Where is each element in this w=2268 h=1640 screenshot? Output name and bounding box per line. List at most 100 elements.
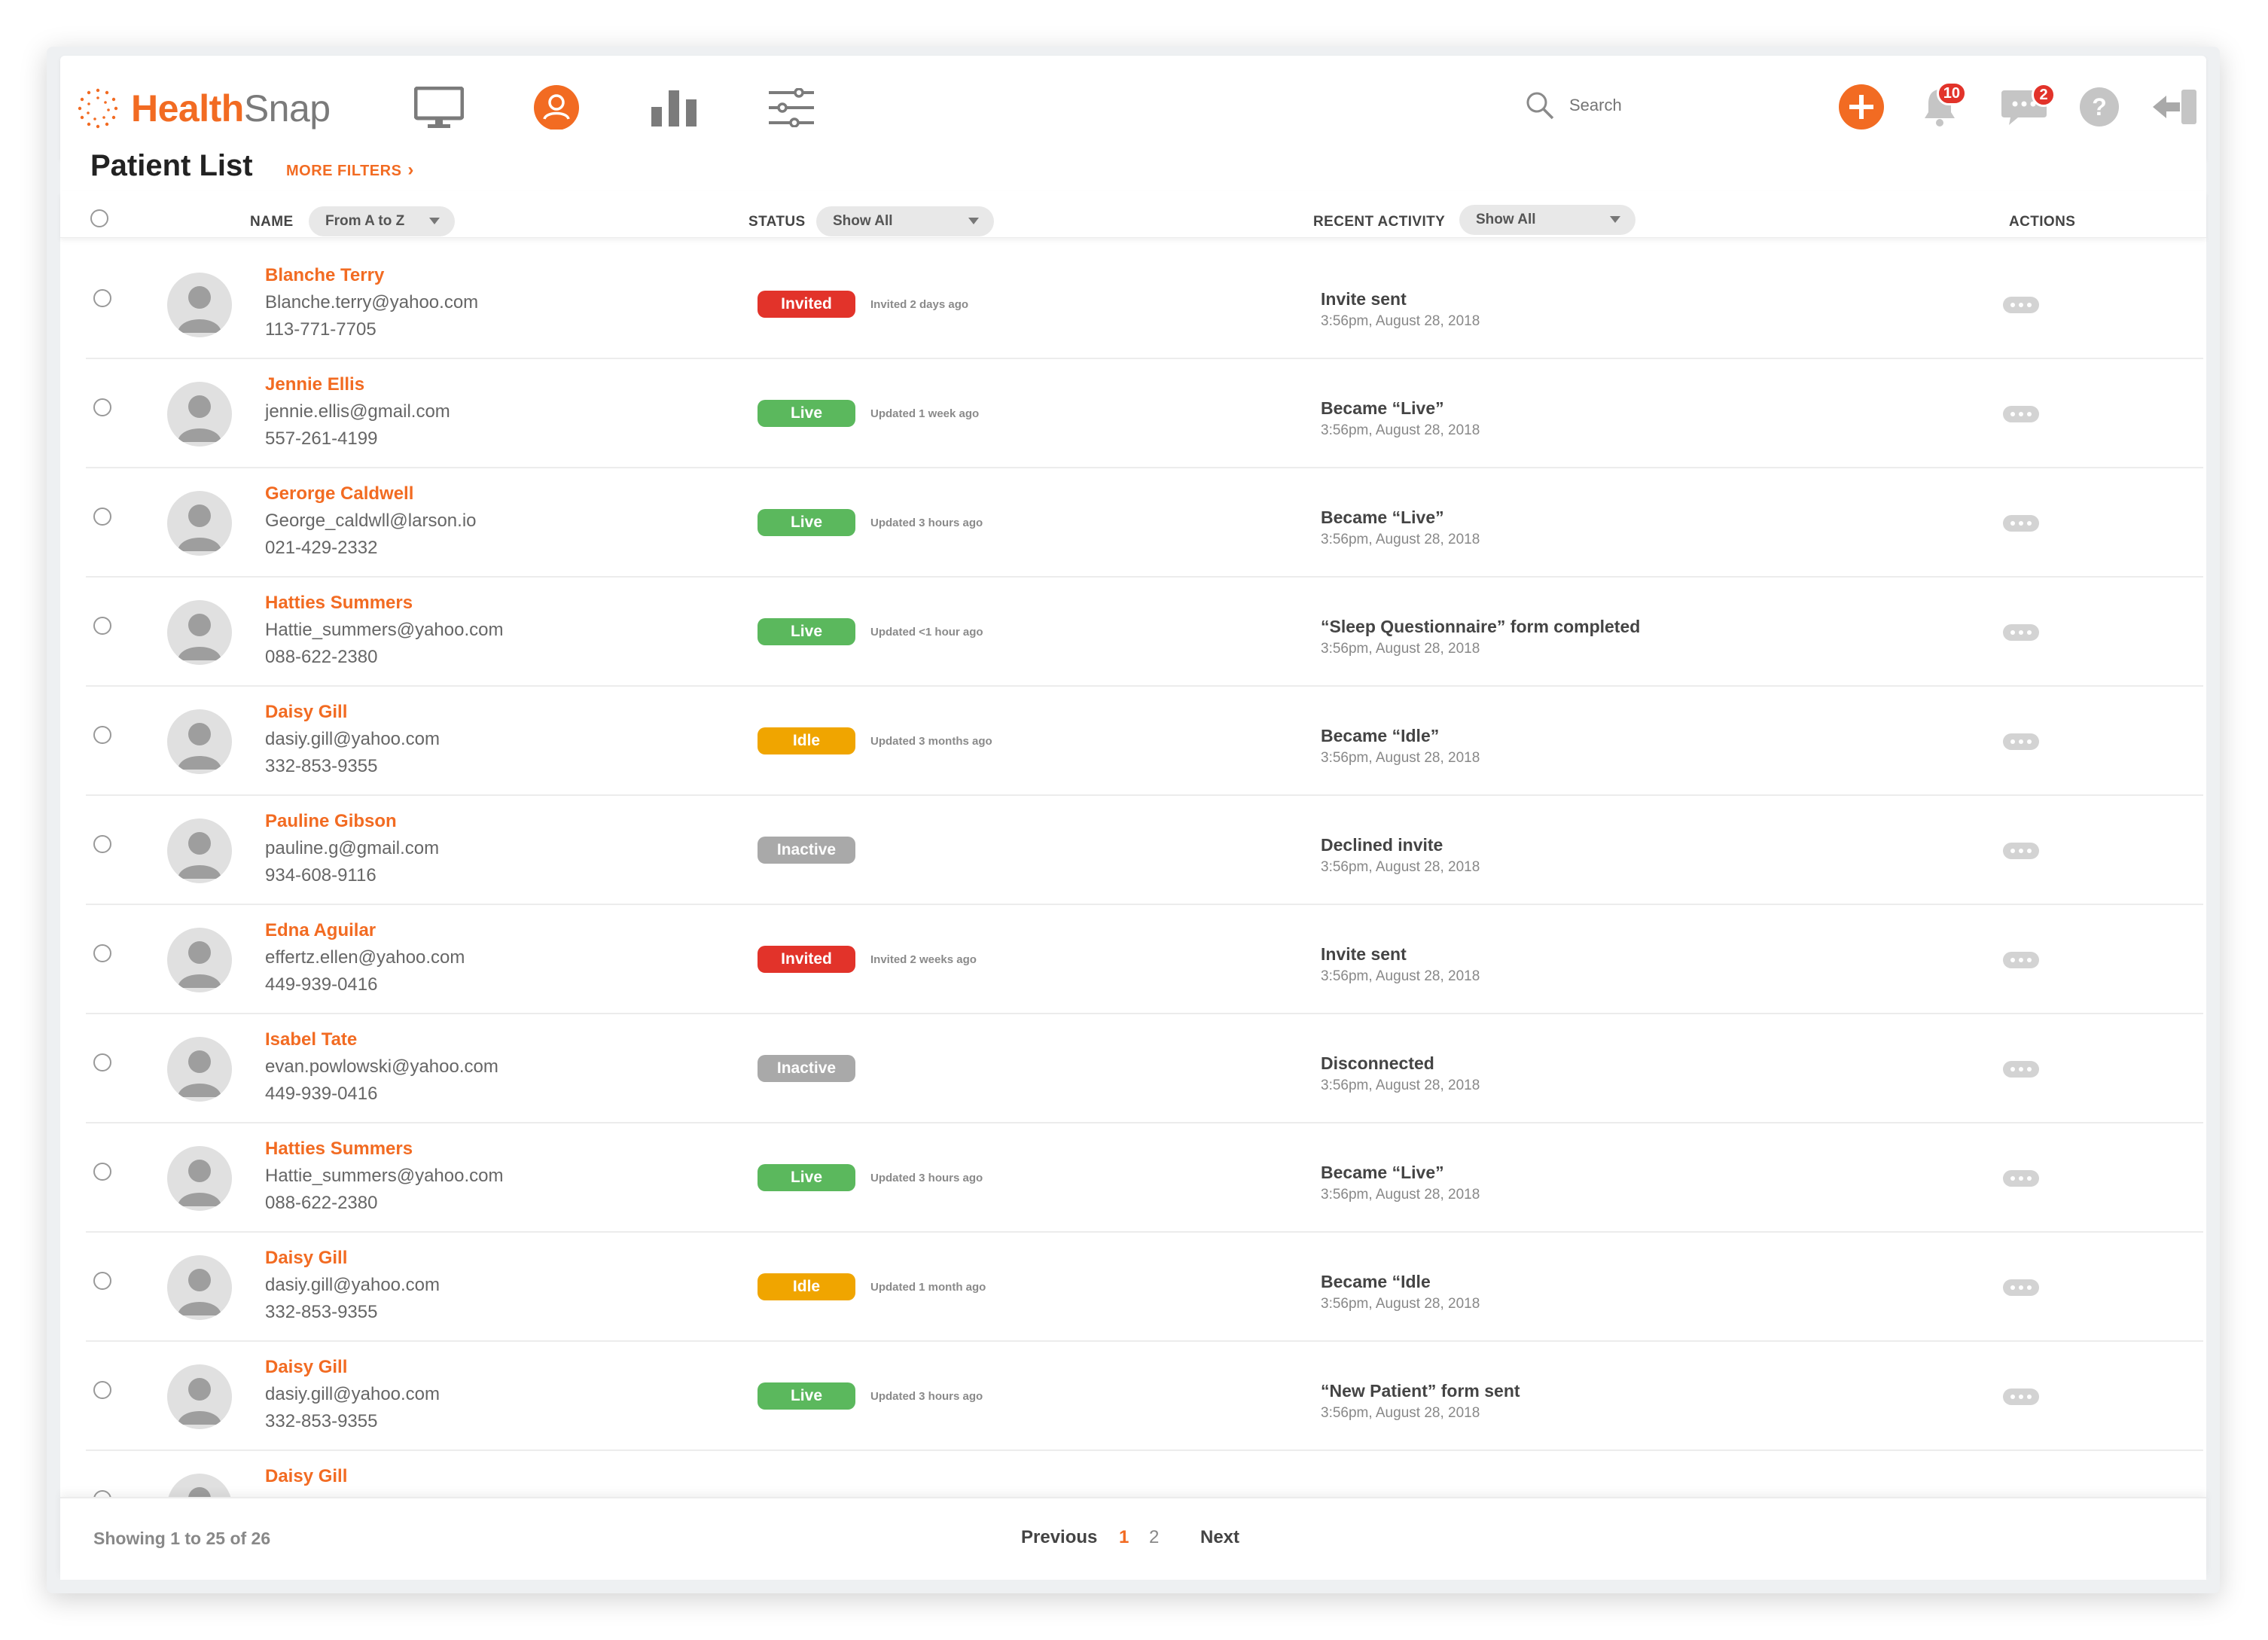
patient-name-link[interactable]: Jennie Ellis bbox=[265, 374, 364, 395]
caret-down-icon bbox=[1610, 216, 1620, 223]
recent-activity-text: Disconnected bbox=[1321, 1053, 1434, 1073]
patient-name-link[interactable]: Hatties Summers bbox=[265, 593, 413, 614]
select-all-radio[interactable] bbox=[90, 209, 108, 227]
row-select-radio[interactable] bbox=[93, 1381, 111, 1399]
patient-phone: 449-939-0416 bbox=[265, 1084, 378, 1104]
table-row[interactable]: Edna Aguilar effertz.ellen@yahoo.com 449-9… bbox=[86, 905, 2203, 1014]
patient-name-link[interactable]: Daisy Gill bbox=[265, 702, 347, 723]
row-select-radio[interactable] bbox=[93, 617, 111, 635]
patient-rows: Blanche Terry Blanche.terry@yahoo.com 113-… bbox=[60, 250, 2206, 1497]
row-actions-more-button[interactable] bbox=[2003, 515, 2039, 532]
user-placeholder-icon bbox=[178, 723, 221, 770]
status-badge: Live bbox=[758, 400, 855, 427]
row-actions-more-button[interactable] bbox=[2003, 1061, 2039, 1078]
row-actions-more-button[interactable] bbox=[2003, 1389, 2039, 1405]
page-2-button[interactable]: 2 bbox=[1149, 1527, 1159, 1548]
table-row[interactable]: Hatties Summers Hattie_summers@yahoo.com 0… bbox=[86, 578, 2203, 687]
more-filters-link[interactable]: MORE FILTERS › bbox=[286, 160, 414, 181]
recent-activity-text: “Sleep Questionnaire” form completed bbox=[1321, 617, 1641, 636]
name-sort-dropdown[interactable]: From A to Z bbox=[309, 206, 455, 236]
row-select-radio[interactable] bbox=[93, 1272, 111, 1290]
row-select-radio[interactable] bbox=[93, 944, 111, 962]
row-actions-more-button[interactable] bbox=[2003, 624, 2039, 641]
patient-name-link[interactable]: Gerorge Caldwell bbox=[265, 483, 413, 504]
table-row[interactable]: Daisy Gill dasiy.gill@yahoo.com 332-853-93… bbox=[86, 1233, 2203, 1342]
chevron-right-icon: › bbox=[407, 160, 414, 180]
recent-activity-text: Became “Live” bbox=[1321, 508, 1444, 527]
row-select-radio[interactable] bbox=[93, 508, 111, 526]
row-actions-more-button[interactable] bbox=[2003, 843, 2039, 859]
table-row[interactable]: Daisy Gill bbox=[86, 1451, 2203, 1497]
patient-name-link[interactable]: Blanche Terry bbox=[265, 265, 384, 286]
patient-name-link[interactable]: Edna Aguilar bbox=[265, 920, 376, 941]
patient-name-link[interactable]: Daisy Gill bbox=[265, 1466, 347, 1487]
row-actions-more-button[interactable] bbox=[2003, 1170, 2039, 1187]
add-button[interactable] bbox=[1833, 78, 1890, 136]
row-select-radio[interactable] bbox=[93, 1490, 111, 1497]
avatar bbox=[167, 709, 232, 774]
table-row[interactable]: Isabel Tate evan.powlowski@yahoo.com 449-9… bbox=[86, 1014, 2203, 1123]
avatar bbox=[167, 382, 232, 447]
status-badge: Invited bbox=[758, 946, 855, 973]
activity-filter-dropdown[interactable]: Show All bbox=[1459, 205, 1635, 235]
row-select-radio[interactable] bbox=[93, 726, 111, 744]
recent-activity-time: 3:56pm, August 28, 2018 bbox=[1321, 750, 1480, 766]
column-actions-label: ACTIONS bbox=[2009, 214, 2076, 230]
table-row[interactable]: Daisy Gill dasiy.gill@yahoo.com 332-853-93… bbox=[86, 1342, 2203, 1451]
recent-activity-time: 3:56pm, August 28, 2018 bbox=[1321, 859, 1480, 875]
row-actions-more-button[interactable] bbox=[2003, 297, 2039, 313]
recent-activity-time: 3:56pm, August 28, 2018 bbox=[1321, 422, 1480, 438]
patient-name-link[interactable]: Daisy Gill bbox=[265, 1357, 347, 1378]
status-badge: Live bbox=[758, 509, 855, 536]
row-select-radio[interactable] bbox=[93, 398, 111, 416]
row-actions-more-button[interactable] bbox=[2003, 952, 2039, 968]
next-page-button[interactable]: Next bbox=[1200, 1527, 1239, 1548]
recent-activity-time: 3:56pm, August 28, 2018 bbox=[1321, 1187, 1480, 1203]
row-select-radio[interactable] bbox=[93, 835, 111, 853]
patient-email: dasiy.gill@yahoo.com bbox=[265, 729, 440, 749]
row-select-radio[interactable] bbox=[93, 289, 111, 307]
row-select-radio[interactable] bbox=[93, 1163, 111, 1181]
healthsnap-logo-icon bbox=[78, 88, 118, 129]
messages-button[interactable]: 2 bbox=[1995, 78, 2056, 136]
patient-email: Hattie_summers@yahoo.com bbox=[265, 620, 504, 640]
status-updated-text: Updated 3 hours ago bbox=[870, 1172, 983, 1184]
logout-icon bbox=[2153, 90, 2196, 124]
previous-page-button[interactable]: Previous bbox=[1021, 1527, 1097, 1548]
table-row[interactable]: Pauline Gibson pauline.g@gmail.com 934-608… bbox=[86, 796, 2203, 905]
table-row[interactable]: Daisy Gill dasiy.gill@yahoo.com 332-853-93… bbox=[86, 687, 2203, 796]
search-input[interactable] bbox=[1569, 96, 1788, 115]
table-row[interactable]: Hatties Summers Hattie_summers@yahoo.com 0… bbox=[86, 1123, 2203, 1233]
row-select-radio[interactable] bbox=[93, 1053, 111, 1071]
status-badge: Live bbox=[758, 1164, 855, 1191]
status-badge: Inactive bbox=[758, 837, 855, 864]
avatar bbox=[167, 1364, 232, 1429]
patient-phone: 088-622-2380 bbox=[265, 1193, 378, 1213]
user-placeholder-icon bbox=[178, 504, 221, 551]
help-button[interactable]: ? bbox=[2071, 78, 2128, 136]
table-row[interactable]: Jennie Ellis jennie.ellis@gmail.com 557-26… bbox=[86, 359, 2203, 468]
table-row[interactable]: Gerorge Caldwell George_caldwll@larson.io… bbox=[86, 468, 2203, 578]
help-icon: ? bbox=[2080, 87, 2119, 127]
recent-activity-time: 3:56pm, August 28, 2018 bbox=[1321, 1296, 1480, 1312]
logout-button[interactable] bbox=[2146, 78, 2203, 136]
table-header: NAME From A to Z STATUS Show All RECENT … bbox=[60, 191, 2206, 238]
patient-name-link[interactable]: Pauline Gibson bbox=[265, 811, 397, 832]
patient-name-link[interactable]: Hatties Summers bbox=[265, 1139, 413, 1160]
table-row[interactable]: Blanche Terry Blanche.terry@yahoo.com 113-… bbox=[86, 250, 2203, 359]
page-1-button[interactable]: 1 bbox=[1119, 1527, 1129, 1548]
activity-filter-value: Show All bbox=[1476, 212, 1536, 227]
more-filters-label: MORE FILTERS bbox=[286, 163, 402, 179]
status-updated-text: Updated 3 hours ago bbox=[870, 1390, 983, 1403]
patient-phone: 332-853-9355 bbox=[265, 1302, 378, 1322]
row-actions-more-button[interactable] bbox=[2003, 733, 2039, 750]
recent-activity-text: Became “Idle” bbox=[1321, 726, 1440, 745]
row-actions-more-button[interactable] bbox=[2003, 406, 2039, 422]
patient-name-link[interactable]: Isabel Tate bbox=[265, 1029, 357, 1050]
avatar bbox=[167, 600, 232, 665]
patient-name-link[interactable]: Daisy Gill bbox=[265, 1248, 347, 1269]
status-badge: Inactive bbox=[758, 1055, 855, 1082]
row-actions-more-button[interactable] bbox=[2003, 1279, 2039, 1296]
notifications-button[interactable]: 10 bbox=[1911, 78, 1968, 136]
status-filter-dropdown[interactable]: Show All bbox=[816, 206, 994, 236]
